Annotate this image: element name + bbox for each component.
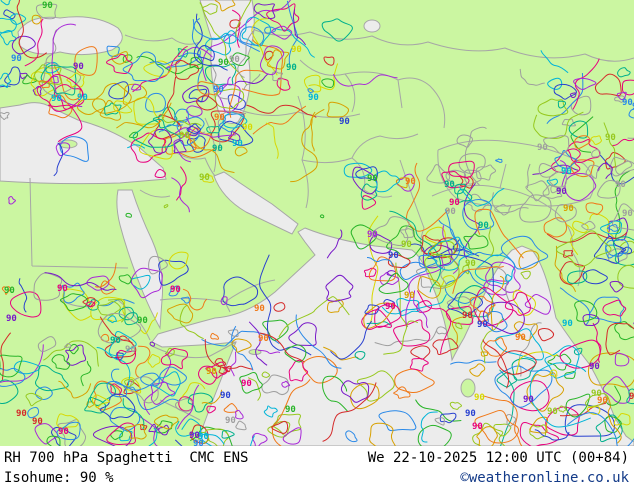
isoline-value-label: 90 bbox=[388, 251, 399, 261]
isoline-value-label: 90 bbox=[125, 345, 136, 355]
isoline-value-label: 90 bbox=[220, 391, 231, 401]
isoline-value-label: 90 bbox=[629, 392, 634, 402]
isoline-value-label: 90 bbox=[515, 333, 526, 343]
isoline-value-label: 90 bbox=[385, 302, 396, 312]
isoline-value-label: 90 bbox=[16, 409, 27, 419]
isoline-value-label: 90 bbox=[523, 395, 534, 405]
isoline-value-label: 90 bbox=[110, 336, 121, 346]
isoline-value-label: 90 bbox=[77, 93, 88, 103]
isoline-value-label: 90 bbox=[445, 207, 456, 217]
copyright-text: ©weatheronline.co.uk bbox=[460, 469, 629, 486]
isoline-value-label: 90 bbox=[51, 94, 62, 104]
isoline-value-label: 90 bbox=[32, 417, 43, 427]
isoline-value-label: 90 bbox=[258, 334, 269, 344]
isoline-value-label: 90 bbox=[213, 85, 224, 95]
isoline-value-label: 90 bbox=[170, 285, 181, 295]
sri-lanka-island bbox=[460, 378, 476, 398]
isoline-value-label: 90 bbox=[591, 389, 602, 399]
isoline-value-label: 90 bbox=[291, 45, 302, 55]
isoline-value-label: 90 bbox=[286, 63, 297, 73]
isoline-value-label: 90 bbox=[6, 314, 17, 324]
isoline-value-label: 90 bbox=[218, 58, 229, 68]
isoline-value-label: 90 bbox=[449, 198, 460, 208]
isoline-value-label: 90 bbox=[232, 139, 243, 149]
isoline-value-label: 90 bbox=[561, 167, 572, 177]
isoline-value-label: 90 bbox=[4, 286, 15, 296]
isohume-label: Isohume: 90 % bbox=[4, 469, 114, 486]
isoline-value-label: 90 bbox=[537, 143, 548, 153]
isoline-value-label: 90 bbox=[405, 177, 416, 187]
isoline-value-label: 90 bbox=[465, 409, 476, 419]
isoline-value-label: 90 bbox=[199, 173, 210, 183]
map-area: 90 90 90 90 90 90 90 90 90 90 90 90 90 90 90 90 90 90 90 90… bbox=[0, 0, 634, 446]
isoline-value-label: 90 bbox=[478, 221, 489, 231]
weather-map-image: 90 90 90 90 90 90 90 90 90 90 90 90 90 90 90 90 90 90 90 90… bbox=[0, 0, 634, 490]
isoline-value-label: 90 bbox=[73, 62, 84, 72]
isoline-value-label: 90 bbox=[225, 416, 236, 426]
isoline-value-label: 90 bbox=[285, 405, 296, 415]
isoline-value-label: 90 bbox=[547, 407, 558, 417]
isoline-value-label: 90 bbox=[465, 259, 476, 269]
isoline-value-label: 90 bbox=[254, 304, 265, 314]
isoline-value-label: 90 bbox=[308, 93, 319, 103]
isoline-value-label: 90 bbox=[472, 422, 483, 432]
isoline-value-label: 90 bbox=[58, 427, 69, 437]
isoline-value-label: 90 bbox=[57, 284, 68, 294]
isoline-value-label: 90 bbox=[401, 240, 412, 250]
isoline-value-label: 90 bbox=[622, 209, 633, 219]
map-canvas: 90 90 90 90 90 90 90 90 90 90 90 90 90 90 90 90 90 90 90 90… bbox=[0, 0, 634, 446]
isoline-value-label: 90 bbox=[615, 180, 626, 190]
isoline-value-label: 90 bbox=[462, 311, 473, 321]
isoline-value-label: 90 bbox=[339, 117, 350, 127]
isoline-value-label: 90 bbox=[622, 98, 633, 108]
isoline-value-label: 90 bbox=[241, 379, 252, 389]
isoline-value-label: 90 bbox=[11, 54, 22, 64]
caption-bar: RH 700 hPa Spaghetti CMC ENS We 22-10-20… bbox=[0, 446, 634, 490]
isoline-value-label: 90 bbox=[206, 367, 217, 377]
isoline-value-label: 90 bbox=[562, 319, 573, 329]
isoline-value-label: 90 bbox=[242, 123, 253, 133]
isoline-value-label: 90 bbox=[589, 362, 600, 372]
forecast-datetime: We 22-10-2025 12:00 UTC (00+84) bbox=[367, 449, 629, 466]
isoline-value-label: 90 bbox=[42, 1, 53, 11]
isoline-value-label: 90 bbox=[605, 133, 616, 143]
isoline-value-label: 90 bbox=[214, 113, 225, 123]
isoline-value-label: 90 bbox=[404, 291, 415, 301]
isoline-value-label: 90 bbox=[179, 131, 190, 141]
isoline-value-label: 90 bbox=[444, 180, 455, 190]
isoline-value-label: 90 bbox=[137, 316, 148, 326]
isoline-value-label: 90 bbox=[229, 55, 240, 65]
map-title: RH 700 hPa Spaghetti CMC ENS bbox=[4, 449, 249, 466]
isoline-value-label: 90 bbox=[477, 320, 488, 330]
isoline-value-label: 90 bbox=[474, 393, 485, 403]
isoline-value-label: 90 bbox=[563, 204, 574, 214]
isoline-value-label: 90 bbox=[556, 187, 567, 197]
aral-sea bbox=[363, 19, 381, 33]
isoline-value-label: 90 bbox=[212, 144, 223, 154]
isoline-value-label: 90 bbox=[367, 174, 378, 184]
isoline-value-label: 90 bbox=[189, 431, 200, 441]
isoline-value-label: 90 bbox=[367, 230, 378, 240]
